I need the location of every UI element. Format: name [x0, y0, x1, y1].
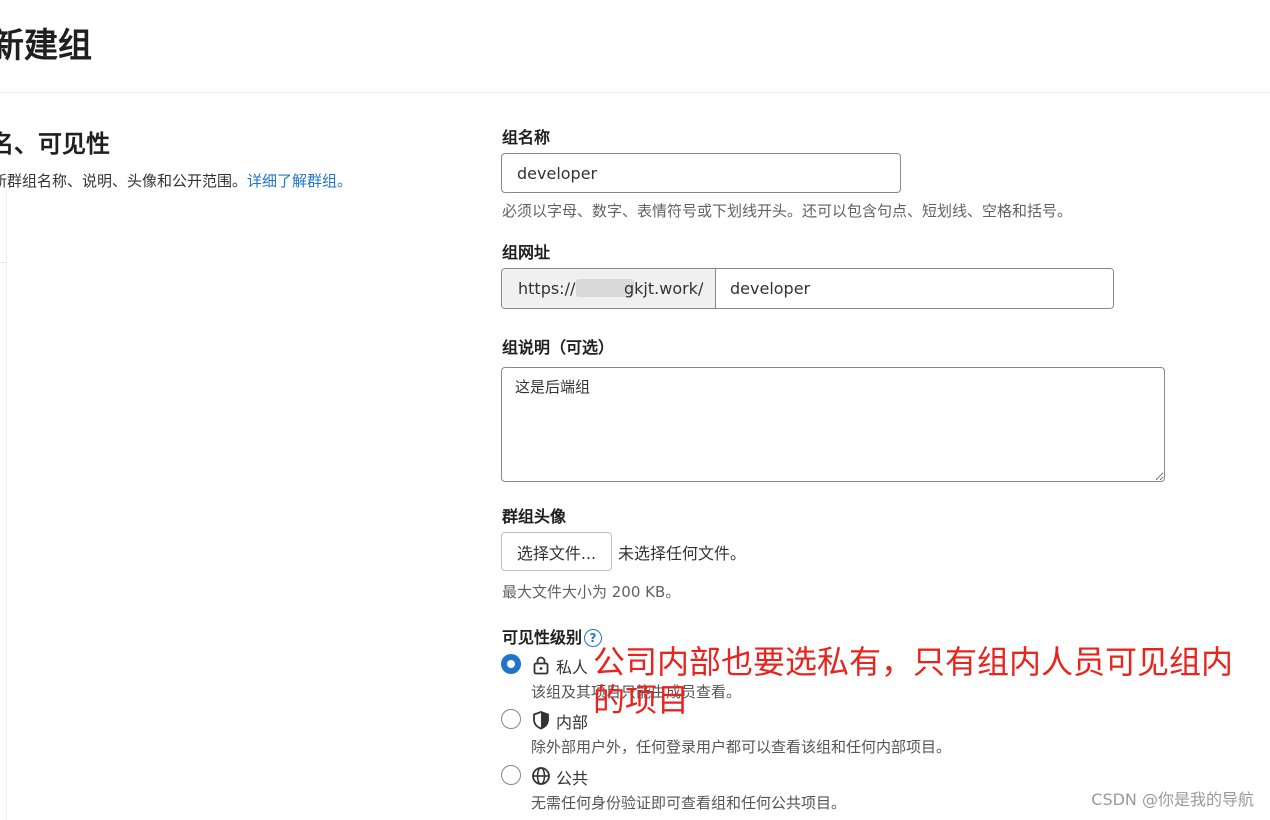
- visibility-public-description: 无需任何身份验证即可查看组和任何公共项目。: [531, 794, 847, 812]
- visibility-public-radio[interactable]: [501, 765, 521, 785]
- group-url-prefix: https:// gkjt.work/: [502, 269, 716, 308]
- section-title: 名、可见性: [0, 130, 110, 158]
- learn-more-link[interactable]: 详细了解群组。: [247, 172, 352, 190]
- globe-icon: [532, 767, 550, 785]
- visibility-internal-label: 内部: [556, 713, 589, 732]
- group-name-label: 组名称: [502, 128, 551, 147]
- url-prefix-start: https://: [518, 279, 576, 298]
- file-status: 未选择任何文件。: [618, 544, 747, 563]
- visibility-private-radio[interactable]: [501, 654, 521, 674]
- visibility-internal-description: 除外部用户外，任何登录用户都可以查看该组和任何内部项目。: [531, 738, 952, 756]
- visibility-public-label: 公共: [556, 769, 589, 788]
- left-panel-tick: [0, 262, 6, 263]
- group-url-label: 组网址: [502, 243, 551, 262]
- lock-icon: [533, 656, 549, 675]
- left-panel-edge: [6, 180, 7, 820]
- description-textarea[interactable]: 这是后端组: [501, 367, 1165, 482]
- section-description: 新群组名称、说明、头像和公开范围。详细了解群组。: [0, 170, 352, 191]
- choose-file-button[interactable]: 选择文件...: [501, 532, 612, 571]
- shield-icon: [533, 711, 549, 730]
- avatar-label: 群组头像: [502, 507, 567, 526]
- visibility-internal-radio[interactable]: [501, 709, 521, 729]
- header-divider: [0, 92, 1270, 93]
- annotation-note: 公司内部也要选私有，只有组内人员可见组内的项目: [593, 643, 1234, 719]
- section-description-text: 新群组名称、说明、头像和公开范围。: [0, 172, 248, 190]
- group-path-input[interactable]: [716, 269, 1113, 308]
- watermark: CSDN @你是我的导航: [1091, 790, 1254, 809]
- avatar-help: 最大文件大小为 200 KB。: [502, 583, 681, 601]
- group-name-help: 必须以字母、数字、表情符号或下划线开头。还可以包含句点、短划线、空格和括号。: [502, 202, 1073, 220]
- visibility-label-row: 可见性级别?: [502, 624, 603, 648]
- group-url-field: https:// gkjt.work/: [501, 268, 1114, 309]
- visibility-private-label: 私人: [556, 658, 589, 677]
- page-title: 新建组: [0, 26, 92, 66]
- visibility-label: 可见性级别: [502, 628, 583, 647]
- url-prefix-end: gkjt.work/: [624, 279, 704, 298]
- group-name-input[interactable]: [501, 153, 901, 193]
- description-label: 组说明（可选）: [502, 338, 615, 357]
